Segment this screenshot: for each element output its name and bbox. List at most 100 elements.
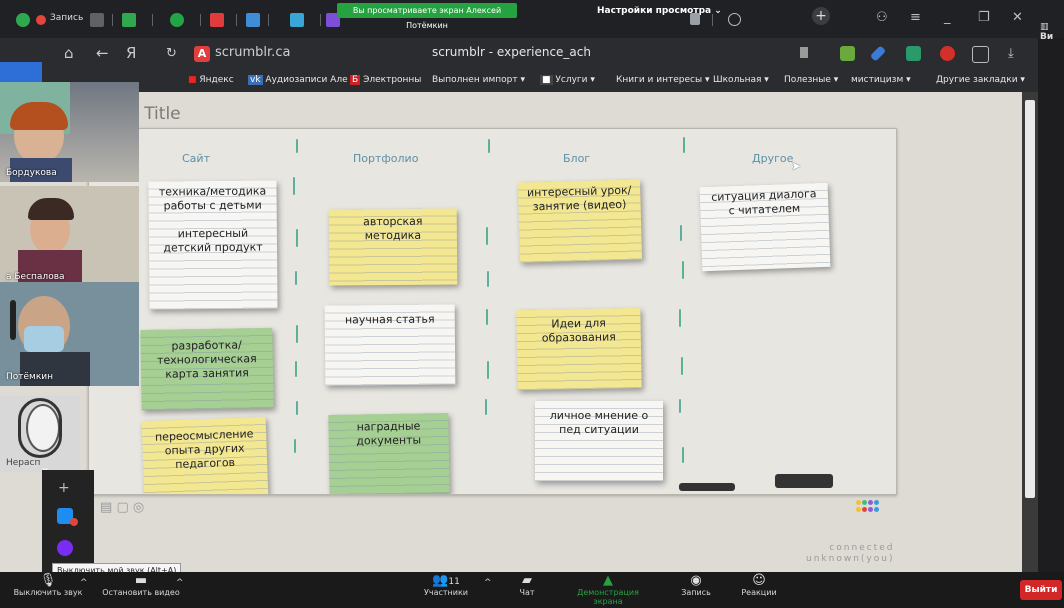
view-settings-menu[interactable]: Настройки просмотра ⌄ <box>597 6 722 16</box>
chevron-up-icon[interactable]: ^ <box>80 578 88 588</box>
participant-video-3[interactable]: Потёмкин <box>0 282 139 386</box>
home-icon[interactable]: ⌂ <box>64 44 74 62</box>
column-divider <box>679 399 681 413</box>
participant-video-2[interactable]: а Беспалова <box>0 186 139 286</box>
bookmark-mysticism[interactable]: мистицизм ▾ <box>851 75 911 85</box>
tab-icon[interactable] <box>210 13 224 27</box>
tab-icon[interactable] <box>728 13 741 26</box>
sticky-card[interactable]: авторская методика <box>328 208 458 286</box>
color-dot[interactable] <box>874 500 879 505</box>
restore-icon[interactable]: ❐ <box>978 10 990 25</box>
bookmark-books[interactable]: Книги и интересы ▾ <box>616 75 709 85</box>
sticky-card[interactable]: научная статья <box>324 304 456 386</box>
app-icon[interactable] <box>57 540 73 556</box>
end-meeting-button[interactable]: Выйти <box>1020 580 1062 600</box>
extension-icon[interactable] <box>869 45 887 62</box>
mute-button[interactable]: 🎙 Выключить звук <box>6 573 90 597</box>
sticky-card[interactable]: личное мнение о пед ситуации <box>535 401 663 481</box>
share-screen-button[interactable]: ▲ Демонстрация экрана <box>562 573 654 606</box>
sticky-card[interactable]: ситуация диалога с читателем <box>699 182 831 272</box>
card-text: авторская <box>363 214 423 229</box>
record-label: Запись <box>681 588 711 597</box>
sticky-card[interactable]: Идеи для образования <box>516 307 642 391</box>
color-dot[interactable] <box>874 507 879 512</box>
collections-icon[interactable] <box>972 46 989 63</box>
address-bar[interactable]: scrumblr.ca <box>215 45 290 60</box>
color-dot[interactable] <box>862 507 867 512</box>
bookmark-useful[interactable]: Полезные ▾ <box>784 75 838 85</box>
column-header-site[interactable]: Сайт <box>182 152 210 165</box>
shield-icon[interactable] <box>16 13 30 27</box>
right-bookmark[interactable]: ▥ Ви <box>1040 22 1064 42</box>
notification-badge <box>70 518 78 526</box>
color-dot[interactable] <box>862 500 867 505</box>
column-header-blog[interactable]: Блог <box>563 152 590 165</box>
reactions-button[interactable]: ☺ Реакции <box>736 573 782 597</box>
zoom-menu-button[interactable] <box>0 62 42 82</box>
scrumblr-board[interactable]: Сайт Портфолио Блог Другое ➤ техника/мет… <box>88 128 897 495</box>
bookmark-import[interactable]: Выполнен импорт ▾ <box>432 75 525 85</box>
sticky-card[interactable]: техника/методика работы с детьми интерес… <box>148 180 278 310</box>
column-divider <box>680 225 682 241</box>
settings-tool-icon[interactable]: ◎ <box>133 500 144 515</box>
close-icon[interactable]: ✕ <box>1012 10 1023 25</box>
participant-video-1[interactable]: Бордукова <box>0 82 139 182</box>
column-header-other[interactable]: Другое <box>752 152 793 165</box>
recording-tab-label[interactable]: Запись <box>50 13 83 23</box>
bookmark-audio[interactable]: vk Аудиозаписи Але <box>248 75 348 85</box>
menu-icon[interactable]: ≡ <box>910 10 921 25</box>
participants-button[interactable]: 👥11 Участники <box>418 573 474 597</box>
marker-icon[interactable] <box>679 483 735 491</box>
tab-icon[interactable] <box>122 13 136 27</box>
image-tool-icon[interactable]: ▢ <box>116 500 128 515</box>
reload-icon[interactable]: ↻ <box>166 46 177 61</box>
color-palette-icon[interactable] <box>856 500 880 524</box>
chevron-up-icon[interactable]: ^ <box>176 578 184 588</box>
chat-tab-icon[interactable] <box>170 13 184 27</box>
column-divider <box>487 271 489 287</box>
bookmark-label: Выполнен импорт <box>432 75 518 85</box>
bookmark-electronic[interactable]: Б Электронны <box>350 75 421 85</box>
back-icon[interactable]: ← <box>96 44 109 62</box>
chevron-up-icon[interactable]: ^ <box>484 578 492 588</box>
bookmark-yandex[interactable]: ■ Яндекс <box>188 75 234 85</box>
share-screen-icon: ▲ <box>603 573 613 588</box>
tab-icon[interactable] <box>246 13 260 27</box>
extension-icon[interactable] <box>940 46 955 61</box>
minimize-icon[interactable]: _ <box>944 10 951 25</box>
right-bookmark-label: Ви <box>1040 32 1054 42</box>
connection-status: connected unknown(you) <box>806 543 894 565</box>
column-divider <box>488 139 490 153</box>
color-dot[interactable] <box>856 500 861 505</box>
card-text: пед ситуации <box>559 423 639 436</box>
scrollbar-thumb[interactable] <box>1025 100 1035 498</box>
sticky-card[interactable]: разработка/ технологическая карта заняти… <box>140 327 274 411</box>
extension-icon[interactable] <box>840 46 855 61</box>
eraser-icon[interactable] <box>775 474 833 488</box>
bookmark-other[interactable]: Другие закладки ▾ <box>936 75 1025 85</box>
extension-icon[interactable] <box>906 46 921 61</box>
profile-icon[interactable]: ⚇ <box>876 10 888 25</box>
yandex-icon[interactable]: Я <box>126 44 136 62</box>
download-icon[interactable]: ⤓ <box>1008 46 1014 61</box>
bookmark-school[interactable]: Школьная ▾ <box>713 75 769 85</box>
color-dot[interactable] <box>868 507 873 512</box>
new-tab-icon[interactable]: + <box>812 7 830 25</box>
tab-icon[interactable] <box>290 13 304 27</box>
bookmark-services[interactable]: ■ Услуги ▾ <box>540 75 595 85</box>
tab-icon[interactable] <box>90 13 104 27</box>
record-button[interactable]: ◉ Запись <box>676 573 716 597</box>
column-divider <box>681 357 683 375</box>
sticky-card[interactable]: наградные документы <box>328 412 450 494</box>
tab-icon[interactable] <box>690 13 700 25</box>
add-icon[interactable]: + <box>58 480 70 496</box>
chat-button[interactable]: ▰ Чат <box>510 573 544 597</box>
stop-video-button[interactable]: ▬ Остановить видео <box>96 573 186 597</box>
text-tool-icon[interactable]: ▤ <box>100 500 112 515</box>
color-dot[interactable] <box>868 500 873 505</box>
color-dot[interactable] <box>856 507 861 512</box>
bookmark-icon[interactable] <box>800 47 808 58</box>
column-header-portfolio[interactable]: Портфолио <box>353 152 418 165</box>
sticky-card[interactable]: интересный урок/ занятие (видео) <box>517 179 643 263</box>
sticky-card[interactable]: переосмысление опыта других педагогов <box>141 416 269 494</box>
